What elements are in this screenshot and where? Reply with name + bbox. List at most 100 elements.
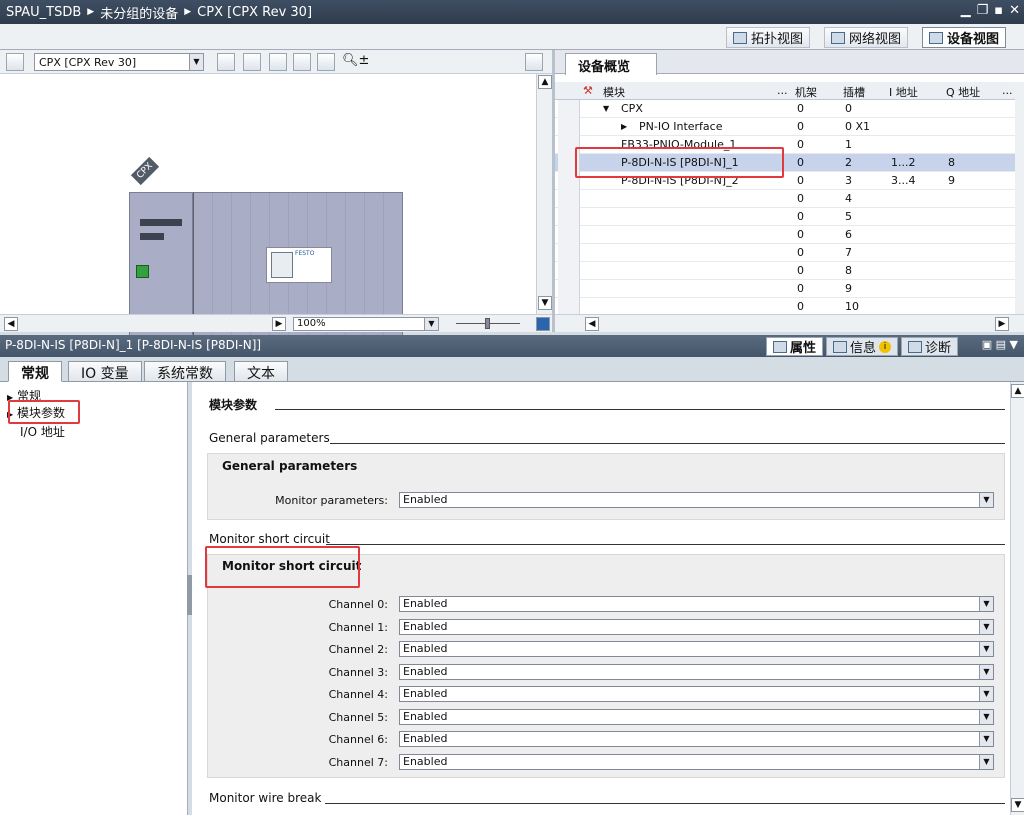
table-row[interactable]: ▶ PN-IO Interface 0 0 X1 (555, 118, 1015, 136)
col-header-slot[interactable]: 插槽 (843, 84, 865, 100)
tab-diagnostics-label: 诊断 (924, 341, 951, 356)
chevron-down-icon[interactable]: ▼ (979, 754, 993, 769)
zoom-select[interactable]: 100% ▼ (293, 317, 439, 331)
cell-rack: 0 (797, 192, 804, 205)
channel-select[interactable]: Enabled ▼ (399, 708, 994, 725)
chevron-down-icon[interactable]: ▼ (424, 318, 438, 330)
subtab-system-constants[interactable]: 系统常数 (144, 361, 226, 382)
chevron-left-icon[interactable]: ◀ (585, 317, 599, 331)
chevron-down-icon[interactable]: ▼ (979, 687, 993, 701)
device-select[interactable]: CPX [CPX Rev 30] ▼ (34, 53, 204, 71)
table-row[interactable]: 07 (555, 244, 1015, 262)
name-label-icon[interactable] (243, 53, 261, 71)
channel-select[interactable]: Enabled ▼ (399, 663, 994, 680)
channel-label: Channel 2: (328, 643, 388, 656)
chevron-down-icon[interactable]: ▼ (1011, 798, 1024, 812)
cell-slot: 3 (845, 174, 852, 187)
zoom-icon[interactable]: 🔍︎± (342, 53, 369, 68)
channel-value: Enabled (403, 664, 448, 678)
breadcrumb-device[interactable]: CPX [CPX Rev 30] (197, 5, 312, 20)
module-filter-icon[interactable]: ⚒ (583, 84, 593, 97)
cell-q-address: 8 (948, 156, 955, 169)
overview-vertical-scrollbar[interactable] (1015, 82, 1024, 317)
row-gutter (558, 262, 580, 280)
chevron-down-icon[interactable]: ▼ (979, 642, 993, 656)
pointer-icon[interactable] (269, 53, 287, 71)
channel-value: Enabled (403, 597, 448, 610)
breadcrumb-project[interactable]: SPAU_TSDB (6, 5, 81, 20)
col-header-more[interactable]: ... (777, 84, 788, 97)
overview-nav-icon[interactable] (536, 317, 550, 331)
table-row[interactable]: 08 (555, 262, 1015, 280)
table-row[interactable]: 05 (555, 208, 1015, 226)
nav-item-io-address[interactable]: I/O 地址 (20, 423, 65, 440)
channel-select[interactable]: Enabled ▼ (399, 596, 994, 612)
device-canvas[interactable]: CPX FESTO (0, 74, 536, 336)
minimize-icon[interactable]: ▁ (961, 3, 971, 18)
col-header-module[interactable]: 模块 (603, 84, 625, 100)
col-header-q-address[interactable]: Q 地址 (946, 84, 980, 100)
breadcrumb-group[interactable]: 未分组的设备 (100, 3, 178, 22)
chevron-left-icon[interactable]: ◀ (4, 317, 18, 331)
tab-diagnostics[interactable]: 诊断 (900, 337, 958, 356)
channel-select[interactable]: Enabled ▼ (399, 686, 994, 702)
cell-rack: 0 (797, 228, 804, 241)
chevron-right-icon[interactable]: ▶ (621, 122, 627, 131)
tab-properties[interactable]: 属性 (765, 337, 823, 356)
canvas-vertical-scrollbar[interactable]: ▲ ▼ (536, 74, 553, 314)
network-add-icon[interactable] (6, 52, 24, 71)
col-header-more-2[interactable]: ... (1002, 84, 1013, 97)
chevron-right-icon[interactable]: ▶ (995, 317, 1009, 331)
table-row[interactable]: 09 (555, 280, 1015, 298)
info-icon (832, 340, 847, 353)
status-bar-icon (140, 219, 182, 226)
chevron-down-icon[interactable]: ▼ (979, 664, 993, 679)
tab-device-view[interactable]: 设备视图 (922, 27, 1007, 48)
subtab-io-tags[interactable]: IO 变量 (68, 361, 142, 382)
channel-select[interactable]: Enabled ▼ (399, 753, 994, 770)
subtab-texts[interactable]: 文本 (234, 361, 288, 382)
chevron-right-icon[interactable]: ▶ (272, 317, 286, 331)
close-icon[interactable]: ✕ (1009, 3, 1020, 18)
restore-icon[interactable]: ❐ (977, 3, 989, 18)
chevron-down-icon[interactable]: ▼ (189, 54, 203, 70)
channel-select[interactable]: Enabled ▼ (399, 731, 994, 747)
ethernet-port-icon[interactable] (136, 265, 149, 278)
chevron-down-icon[interactable]: ▼ (538, 296, 552, 310)
chevron-down-icon[interactable]: ▼ (979, 709, 993, 724)
panel-title-general: General parameters (222, 459, 358, 473)
catalog-toggle-icon[interactable] (525, 53, 543, 71)
tab-device-overview[interactable]: 设备概览 (565, 53, 657, 75)
module-list-icon[interactable] (217, 53, 235, 71)
chevron-up-icon[interactable]: ▲ (1011, 384, 1024, 398)
chevron-down-icon[interactable]: ▼ (979, 732, 993, 746)
inspector-title: P-8DI-N-IS [P8DI-N]_1 [P-8DI-N-IS [P8DI-… (5, 338, 262, 352)
table-row[interactable]: ▼ CPX 0 0 (555, 100, 1015, 118)
monitor-parameters-select[interactable]: Enabled ▼ (399, 492, 994, 508)
channel-select[interactable]: Enabled ▼ (399, 618, 994, 635)
zoom-slider-handle[interactable] (485, 318, 490, 329)
chevron-down-icon[interactable]: ▼ (979, 493, 993, 507)
channel-select[interactable]: Enabled ▼ (399, 641, 994, 657)
page-icon[interactable] (317, 53, 335, 71)
chevron-down-icon[interactable]: ▼ (979, 597, 993, 611)
col-header-i-address[interactable]: I 地址 (889, 84, 918, 100)
col-header-rack[interactable]: 机架 (795, 84, 817, 100)
table-row[interactable]: 04 (555, 190, 1015, 208)
breadcrumb-separator-icon: ▶ (184, 7, 192, 17)
content-vertical-scrollbar[interactable]: ▲ ▼ (1010, 382, 1024, 815)
panel-menu-icon[interactable]: ▣ ▤ ▼ (982, 338, 1018, 351)
overview-horizontal-scrollbar[interactable]: ◀ ▶ (555, 314, 1024, 332)
device-overview-pane: 设备概览 ⚒ 模块 ... 机架 插槽 I 地址 Q 地址 ... ▼ CPX 0 0… (555, 50, 1024, 332)
chevron-down-icon[interactable]: ▼ (979, 619, 993, 634)
cell-slot: 6 (845, 228, 852, 241)
chevron-up-icon[interactable]: ▲ (538, 75, 552, 89)
tab-info[interactable]: 信息 i (825, 337, 898, 356)
table-row[interactable]: 06 (555, 226, 1015, 244)
grid-icon[interactable] (293, 53, 311, 71)
tab-network-view[interactable]: 网络视图 (824, 27, 909, 48)
subtab-general[interactable]: 常规 (8, 361, 62, 382)
tab-topology-view[interactable]: 拓扑视图 (726, 27, 811, 48)
tile-icon[interactable]: ▪ (994, 3, 1003, 18)
chevron-down-icon[interactable]: ▼ (603, 104, 609, 113)
